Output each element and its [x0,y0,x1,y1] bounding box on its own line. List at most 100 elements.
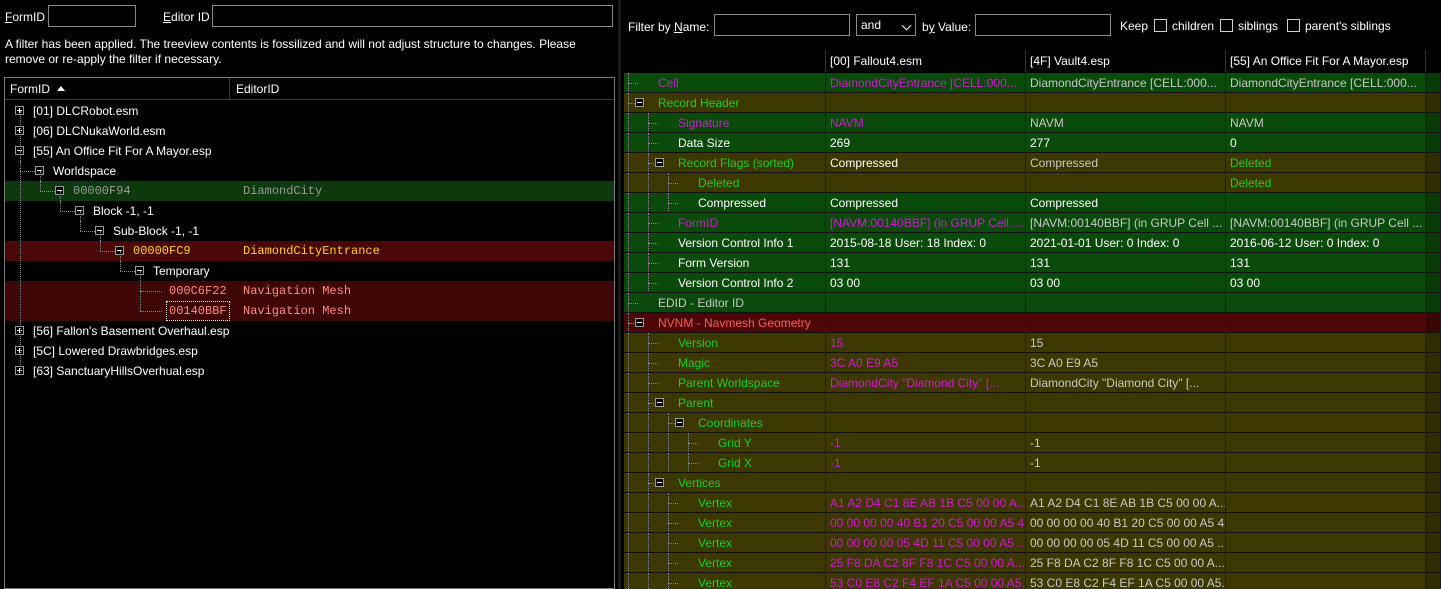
grid-value-cell[interactable]: NAVM [826,113,1026,133]
grid-value-cell[interactable] [1226,313,1426,333]
grid-value-cell[interactable] [1226,433,1426,453]
grid-value-cell[interactable] [826,93,1026,113]
grid-row[interactable]: Version Control Info 2 03 00 03 00 03 00 [624,273,1441,293]
grid-row[interactable]: Parent Worldspace DiamondCity "Diamond Ci… [624,373,1441,393]
collapse-minus-icon[interactable] [635,318,644,327]
grid-value-cell[interactable]: 2016-06-12 User: 0 Index: 0 [1226,233,1426,253]
grid-value-cell[interactable]: Deleted [1226,173,1426,193]
grid-value-cell[interactable]: A1 A2 D4 C1 8E AB 1B C5 00 00 A... [1026,493,1226,513]
grid-value-cell[interactable]: -1 [826,453,1026,473]
grid-value-cell[interactable] [1026,93,1226,113]
grid-value-cell[interactable] [826,313,1026,333]
record-treeview[interactable]: FormID EditorID [01] DLCRobot.esm [06] DL… [4,77,615,589]
grid-row[interactable]: Parent [624,393,1441,413]
grid-value-cell[interactable]: -1 [1026,453,1226,473]
tree-row[interactable]: 00000FC9 DiamondCityEntrance [5,241,614,261]
grid-value-cell[interactable] [1026,293,1226,313]
grid-header-name[interactable] [624,50,826,72]
grid-value-cell[interactable]: 00 00 00 00 05 4D 11 C5 00 00 A5 ... [826,533,1026,553]
tree-row[interactable]: Sub-Block -1, -1 [5,221,614,241]
column-header-formid[interactable]: FormID [5,78,230,100]
grid-row[interactable]: Compressed Compressed Compressed [624,193,1441,213]
grid-value-cell[interactable] [826,473,1026,493]
grid-value-cell[interactable]: 03 00 [1026,273,1226,293]
grid-value-cell[interactable] [1226,413,1426,433]
record-compare-grid[interactable]: [00] Fallout4.esm [4F] Vault4.esp [55] A… [624,50,1441,589]
grid-value-cell[interactable] [1026,473,1226,493]
grid-row[interactable]: FormID [NAVM:00140BBF] (in GRUP Cell ... [… [624,213,1441,233]
tree-row[interactable]: [56] Fallon's Basement Overhaul.esp [5,321,614,341]
grid-value-cell[interactable]: DiamondCity "Diamond City" [... [826,373,1026,393]
grid-value-cell[interactable]: NAVM [1026,113,1226,133]
filter-by-name-input[interactable] [714,14,850,36]
grid-field-name-cell[interactable]: Form Version [624,253,826,273]
grid-value-cell[interactable] [1026,313,1226,333]
keep-siblings-checkbox[interactable] [1220,19,1233,32]
tree-row[interactable]: 000C6F22 Navigation Mesh [5,281,614,301]
grid-value-cell[interactable] [1226,293,1426,313]
grid-value-cell[interactable]: Compressed [1026,153,1226,173]
grid-value-cell[interactable] [826,173,1026,193]
filter-by-value-input[interactable] [975,14,1111,36]
grid-value-cell[interactable] [1226,493,1426,513]
grid-row[interactable]: Version 15 15 [624,333,1441,353]
grid-value-cell[interactable]: 2015-08-18 User: 18 Index: 0 [826,233,1026,253]
grid-value-cell[interactable]: 131 [1026,253,1226,273]
grid-field-name-cell[interactable]: Data Size [624,133,826,153]
grid-header-office-mayor[interactable]: [55] An Office Fit For A Mayor.esp [1226,50,1426,72]
grid-field-name-cell[interactable]: Vertex [624,533,826,553]
grid-value-cell[interactable] [1026,413,1226,433]
grid-value-cell[interactable]: 00 00 00 00 40 B1 20 C5 00 00 A5 43 [1026,513,1226,533]
grid-value-cell[interactable]: Compressed [1026,193,1226,213]
grid-value-cell[interactable] [1026,173,1226,193]
grid-row[interactable]: Vertex 00 00 00 00 05 4D 11 C5 00 00 A5 .… [624,533,1441,553]
tree-row[interactable]: [01] DLCRobot.esm [5,101,614,121]
grid-value-cell[interactable]: 0 [1226,133,1426,153]
filter-operator-select[interactable]: and [856,14,916,36]
grid-value-cell[interactable] [1226,553,1426,573]
grid-value-cell[interactable] [1226,333,1426,353]
grid-field-name-cell[interactable]: Vertex [624,493,826,513]
grid-row[interactable]: EDID - Editor ID [624,293,1441,313]
grid-field-name-cell[interactable]: Coordinates [624,413,826,433]
column-header-editorid[interactable]: EditorID [231,78,611,100]
collapse-minus-icon[interactable] [675,418,684,427]
grid-field-name-cell[interactable]: Vertex [624,513,826,533]
grid-field-name-cell[interactable]: FormID [624,213,826,233]
grid-value-cell[interactable] [1226,573,1426,589]
grid-field-name-cell[interactable]: Parent [624,393,826,413]
grid-value-cell[interactable] [1226,393,1426,413]
grid-value-cell[interactable]: 277 [1026,133,1226,153]
grid-value-cell[interactable]: NAVM [1226,113,1426,133]
grid-row[interactable]: Vertex A1 A2 D4 C1 8E AB 1B C5 00 00 A...… [624,493,1441,513]
grid-row[interactable]: Signature NAVM NAVM NAVM [624,113,1441,133]
tree-row[interactable]: Block -1, -1 [5,201,614,221]
grid-value-cell[interactable]: 00 00 00 00 05 4D 11 C5 00 00 A5 ... [1026,533,1226,553]
grid-row[interactable]: Version Control Info 1 2015-08-18 User: 1… [624,233,1441,253]
grid-value-cell[interactable]: 131 [826,253,1026,273]
grid-value-cell[interactable]: Deleted [1226,153,1426,173]
grid-field-name-cell[interactable]: Cell [624,73,826,93]
grid-field-name-cell[interactable]: EDID - Editor ID [624,293,826,313]
grid-value-cell[interactable]: 03 00 [826,273,1026,293]
grid-row[interactable]: Deleted Deleted [624,173,1441,193]
grid-value-cell[interactable] [1026,393,1226,413]
formid-filter-input[interactable] [48,5,136,27]
grid-value-cell[interactable] [1226,193,1426,213]
collapse-minus-icon[interactable] [655,398,664,407]
grid-value-cell[interactable] [1226,453,1426,473]
grid-value-cell[interactable] [1226,473,1426,493]
collapse-minus-icon[interactable] [655,158,664,167]
keep-children-checkbox[interactable] [1154,19,1167,32]
grid-field-name-cell[interactable]: Deleted [624,173,826,193]
grid-value-cell[interactable]: 2021-01-01 User: 0 Index: 0 [1026,233,1226,253]
grid-value-cell[interactable]: Compressed [826,193,1026,213]
grid-value-cell[interactable]: 269 [826,133,1026,153]
grid-row[interactable]: Vertex 53 C0 E8 C2 F4 EF 1A C5 00 00 A5..… [624,573,1441,589]
grid-row[interactable]: Cell DiamondCityEntrance [CELL:000... Diam… [624,73,1441,93]
grid-value-cell[interactable]: 00 00 00 00 40 B1 20 C5 00 00 A5 43 [826,513,1026,533]
grid-row[interactable]: Vertices [624,473,1441,493]
grid-value-cell[interactable]: 25 F8 DA C2 8F F8 1C C5 00 00 A... [826,553,1026,573]
grid-field-name-cell[interactable]: Version Control Info 2 [624,273,826,293]
grid-value-cell[interactable] [826,393,1026,413]
